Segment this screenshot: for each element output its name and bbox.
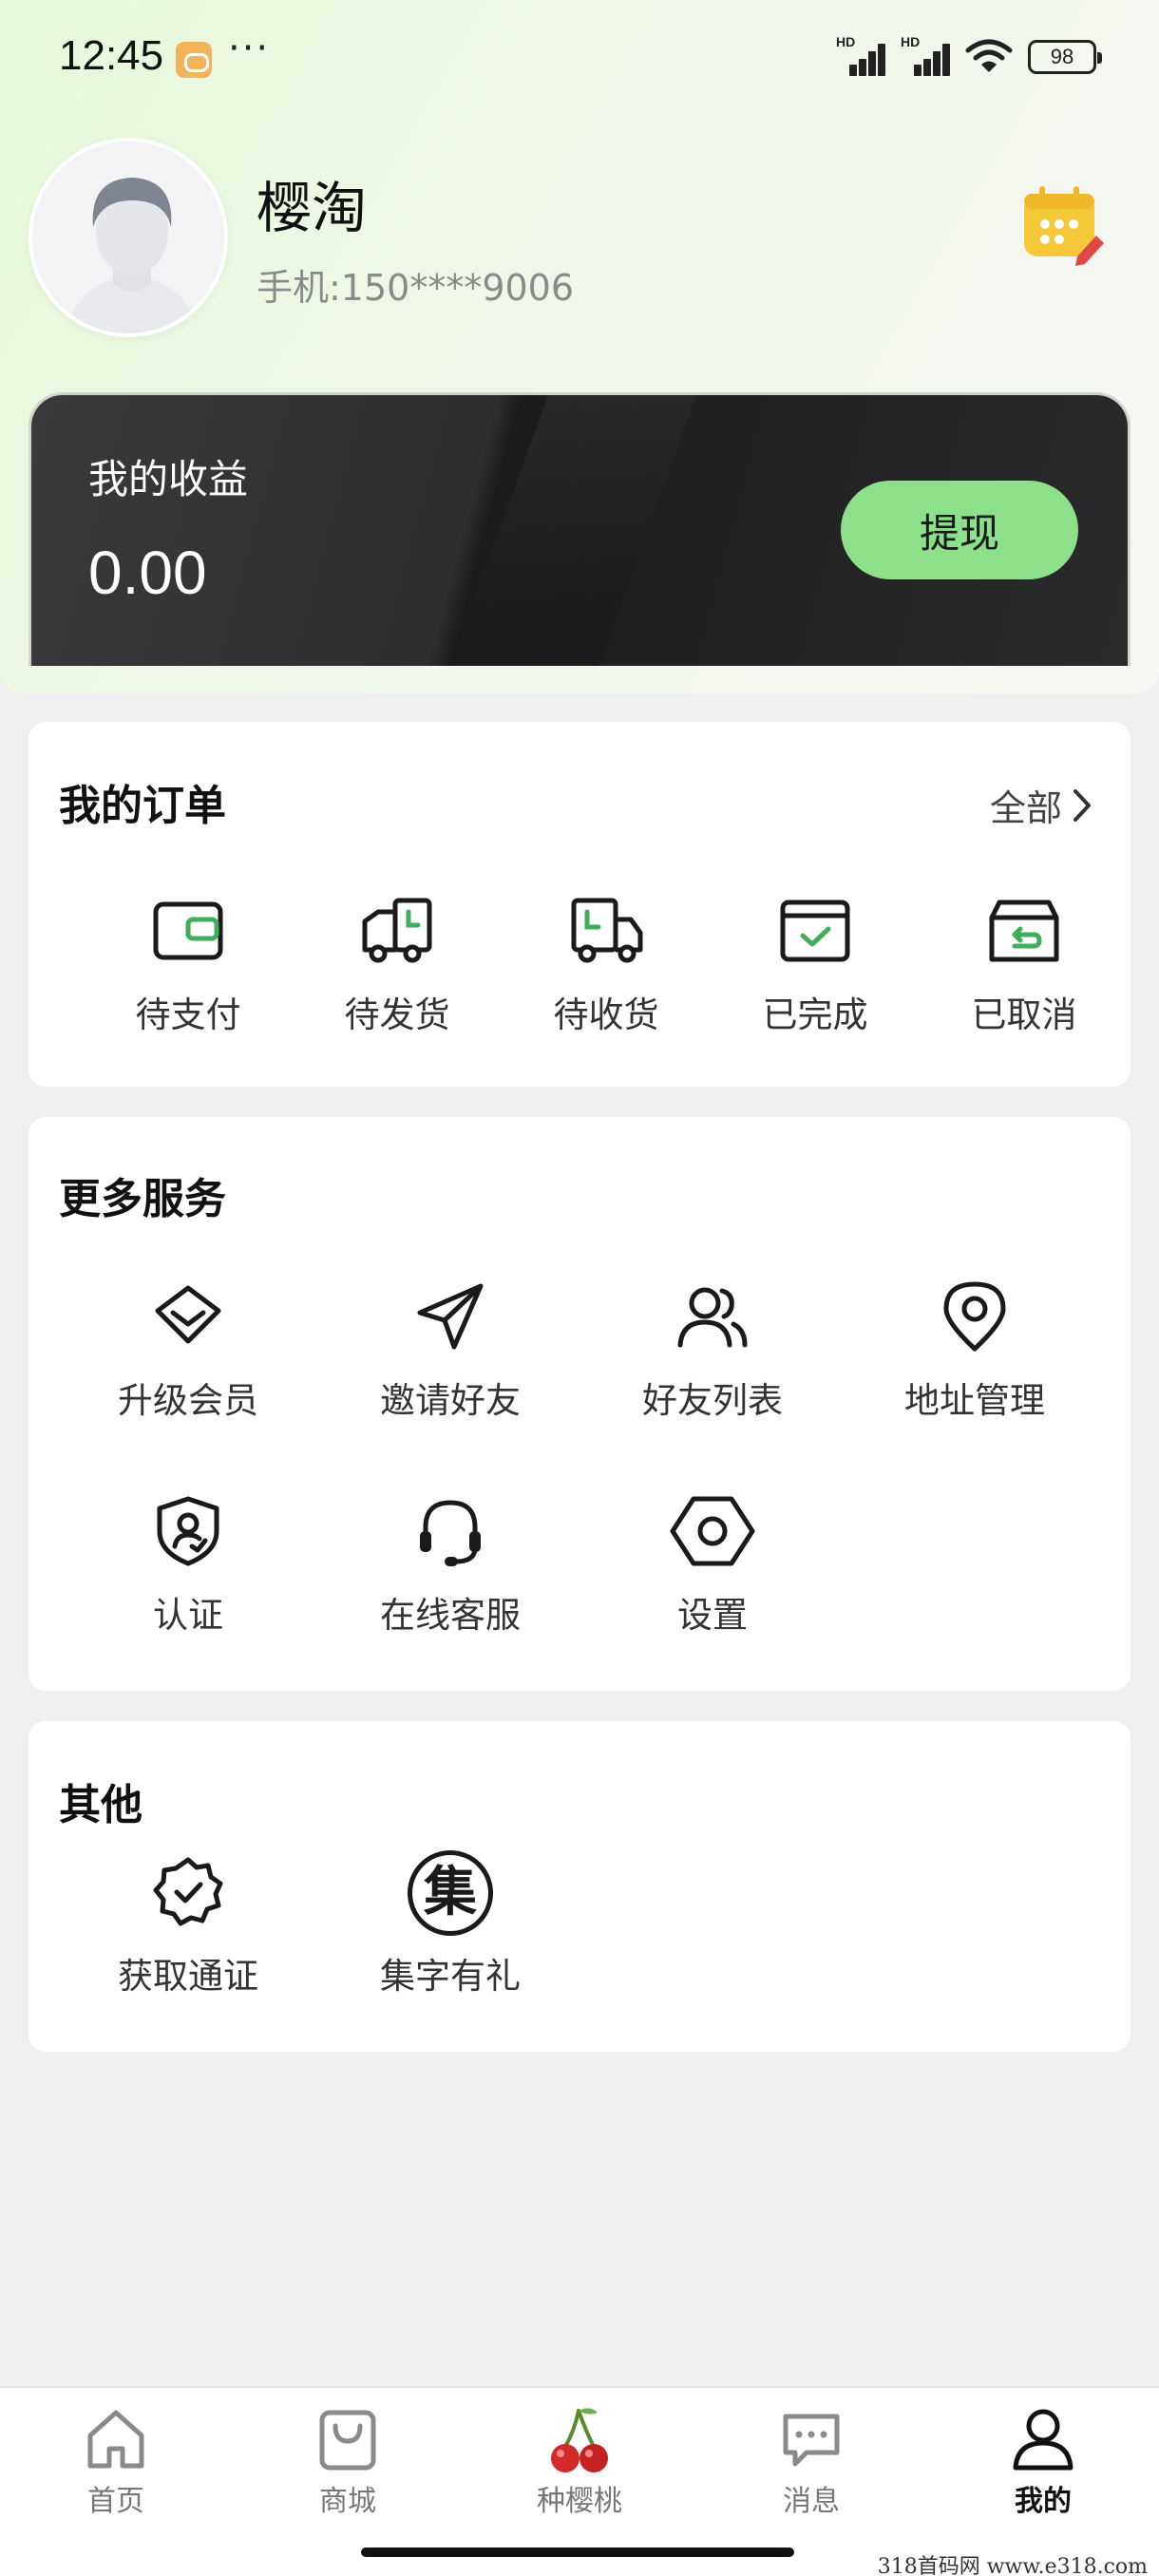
- order-item-completed[interactable]: 已完成: [711, 893, 920, 1037]
- orders-card: 我的订单 全部 待支付 待发货 待收货 已完成 已取消: [28, 722, 1130, 1087]
- order-item-cancelled[interactable]: 已取消: [920, 893, 1129, 1037]
- nav-messages[interactable]: 消息: [735, 2405, 887, 2519]
- wifi-icon: [965, 39, 1013, 72]
- diamond-icon: [155, 1285, 221, 1344]
- earnings-value: 0.00: [88, 539, 207, 607]
- calendar-signin-icon[interactable]: [1018, 180, 1106, 268]
- home-icon: [87, 2410, 144, 2469]
- cell-signal-2-icon: HD: [901, 34, 950, 76]
- profile-icon: [1013, 2409, 1074, 2471]
- friends-icon: [677, 1287, 748, 1348]
- withdraw-button[interactable]: 提现: [841, 481, 1078, 579]
- cancelled-return-icon: [989, 900, 1059, 962]
- earnings-label: 我的收益: [88, 456, 249, 502]
- service-upgrade-member[interactable]: 升级会员: [84, 1279, 293, 1423]
- all-orders-label: 全部: [989, 787, 1062, 829]
- service-address-management[interactable]: 地址管理: [870, 1279, 1079, 1423]
- orders-title: 我的订单: [59, 782, 226, 830]
- battery-level: 98: [1050, 45, 1074, 68]
- order-item-pending-shipment[interactable]: 待发货: [293, 893, 502, 1037]
- cell-signal-1-icon: HD: [836, 34, 885, 76]
- service-verification[interactable]: 认证: [84, 1493, 293, 1638]
- service-settings[interactable]: 设置: [608, 1493, 817, 1638]
- nav-home[interactable]: 首页: [40, 2405, 192, 2519]
- paper-plane-icon: [417, 1283, 484, 1350]
- message-icon: [783, 2414, 840, 2467]
- shopping-bag-icon: [319, 2410, 376, 2471]
- service-friends-list[interactable]: 好友列表: [608, 1279, 817, 1423]
- shield-user-icon: [157, 1496, 219, 1566]
- collect-character-icon: 集: [408, 1850, 493, 1936]
- notification-app-icon: [176, 42, 212, 78]
- order-item-pending-receipt[interactable]: 待收货: [502, 893, 711, 1037]
- nav-mine[interactable]: 我的: [967, 2405, 1119, 2519]
- avatar[interactable]: [28, 138, 228, 337]
- delivery-truck-clock-icon: [362, 898, 432, 963]
- other-get-token[interactable]: 获取通证: [84, 1854, 293, 1998]
- status-time: 12:45: [59, 32, 164, 79]
- headset-icon: [420, 1500, 481, 1566]
- nav-mall[interactable]: 商城: [272, 2405, 424, 2519]
- order-item-pending-payment[interactable]: 待支付: [84, 893, 293, 1037]
- watermark: 318首码网 www.e318.com: [877, 2555, 1148, 2576]
- settings-hexagon-icon: [670, 1496, 755, 1566]
- completed-check-icon: [780, 900, 850, 962]
- collect-character-glyph: 集: [424, 1862, 477, 1923]
- receiving-truck-icon: [571, 898, 643, 963]
- badge-check-icon: [153, 1857, 223, 1926]
- services-card: 更多服务 升级会员 邀请好友 好友列表 地址管理 认证 在线客服 设置: [28, 1117, 1130, 1691]
- status-bar: 12:45 ··· HD HD 98: [0, 0, 1159, 114]
- home-indicator[interactable]: [361, 2548, 794, 2557]
- location-pin-icon: [943, 1281, 1006, 1352]
- chevron-right-icon: [1074, 788, 1091, 822]
- battery-icon: 98: [1028, 40, 1102, 74]
- default-avatar-icon: [32, 142, 224, 333]
- nav-plant-cherry[interactable]: 种樱桃: [504, 2405, 656, 2519]
- phone-number: 手机:150****9006: [256, 267, 575, 309]
- services-title: 更多服务: [59, 1175, 226, 1223]
- other-collect-characters[interactable]: 集 集字有礼: [346, 1850, 555, 1998]
- cherry-icon: [551, 2408, 608, 2472]
- username: 樱淘: [256, 176, 368, 240]
- all-orders-link[interactable]: 全部: [990, 779, 1092, 831]
- more-notifications-icon: ···: [228, 27, 271, 70]
- service-online-support[interactable]: 在线客服: [346, 1493, 555, 1638]
- service-invite-friends[interactable]: 邀请好友: [346, 1279, 555, 1423]
- earnings-card: 我的收益 0.00 提现: [28, 392, 1130, 666]
- others-card: 其他 获取通证 集 集字有礼: [28, 1721, 1130, 2052]
- wallet-icon: [153, 901, 223, 960]
- others-title: 其他: [59, 1781, 142, 1829]
